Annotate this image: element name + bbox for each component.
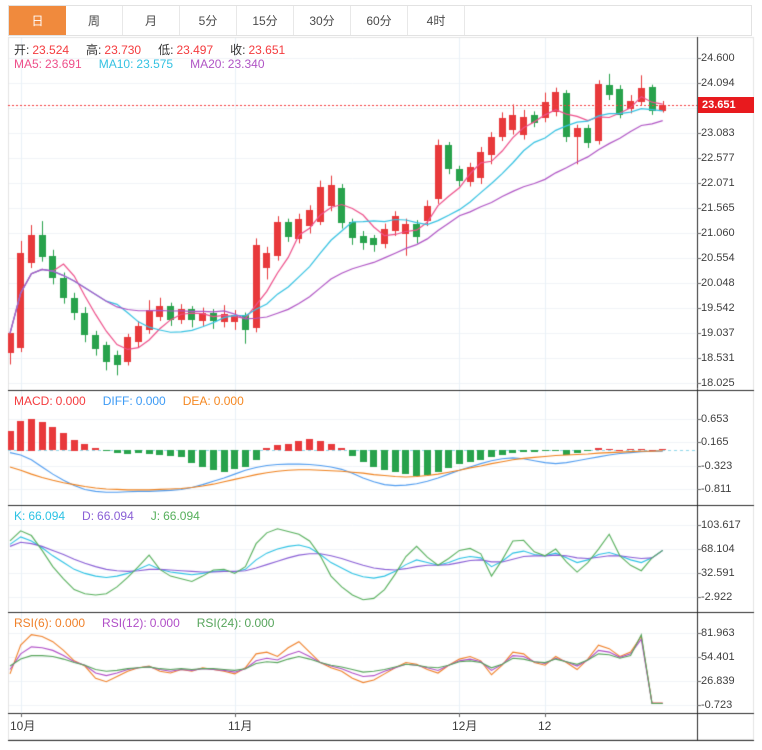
ohlc-value: 23.524 [32, 43, 70, 57]
time-axis-label: 10月 [10, 719, 36, 733]
kdj-value: 66.094 [28, 509, 66, 523]
kdj-item: D: 66.094 [82, 509, 137, 523]
ohlc-readout: 开: 23.524 高: 23.730 低: 23.497 收: 23.651 [14, 41, 302, 58]
kdj-tick-label: 103.617 [701, 519, 741, 531]
ma-label: MA20: [190, 57, 225, 71]
time-axis-label: 12月 [452, 719, 478, 733]
timeframe-tab-6[interactable]: 30分 [294, 6, 351, 35]
rsi-label: RSI(24): [196, 616, 242, 630]
price-tick-label: 21.565 [701, 202, 735, 214]
kdj-tick-label: -2.922 [701, 591, 733, 603]
rsi-tick-label: 81.963 [701, 627, 735, 639]
price-tick-label: 18.531 [701, 352, 735, 364]
ma-value: 23.575 [136, 57, 174, 71]
ohlc-label: 收: [230, 43, 246, 57]
rsi-readout: RSI(6): 0.000 RSI(12): 0.000 RSI(24): 0.000 [14, 616, 291, 630]
trading-chart-app: 日周月 5分 15分 30分 60分 4时 开: 23.524 高: 23.730 低: 23.49… [0, 0, 762, 750]
rsi-label: RSI(12): [102, 616, 147, 630]
kdj-value: 66.094 [163, 509, 200, 523]
price-tick-label: 19.037 [701, 327, 735, 339]
timeframe-tab-5[interactable]: 15分 [237, 6, 294, 35]
kdj-item: J: 66.094 [151, 509, 203, 523]
ohlc-item: 高: 23.730 [86, 41, 144, 58]
timeframe-tab-4[interactable]: 5分 [180, 6, 237, 35]
kdj-label: J: [150, 509, 161, 523]
rsi-value: 0.000 [244, 616, 275, 630]
price-tick-label: 18.025 [701, 377, 735, 389]
price-tick-label: 22.071 [701, 177, 735, 189]
macd-tick-label: 0.653 [701, 413, 729, 425]
rsi-item: RSI(12): 0.000 [102, 616, 183, 630]
timeframe-tab-2[interactable]: 周 [66, 6, 123, 35]
price-tick-label: 24.094 [701, 77, 735, 89]
kdj-label: K: [14, 509, 26, 523]
rsi-item: RSI(24): 0.000 [197, 616, 278, 630]
kdj-tick-label: 32.591 [701, 567, 735, 579]
price-tick-label: 19.542 [701, 302, 735, 314]
rsi-tick-label: 26.839 [701, 675, 735, 687]
macd-item: DEA: 0.000 [183, 394, 247, 408]
rsi-tick-label: -0.723 [701, 699, 733, 711]
rsi-value: 0.000 [55, 616, 86, 630]
ohlc-value: 23.497 [176, 43, 214, 57]
rsi-value: 0.000 [149, 616, 180, 630]
macd-item: DIFF: 0.000 [103, 394, 169, 408]
kdj-item: K: 66.094 [14, 509, 68, 523]
last-price-badge: 23.651 [698, 97, 754, 113]
time-axis-label: 12 [538, 719, 552, 733]
ma-item: MA10: 23.575 [99, 57, 176, 71]
ma-readout: MA5: 23.691 MA10: 23.575 MA20: 23.340 [14, 57, 282, 71]
timeframe-tab-1[interactable]: 日 [9, 6, 66, 35]
timeframe-tabbar: 日周月 5分 15分 30分 60分 4时 [8, 5, 752, 36]
macd-readout: MACD: 0.000 DIFF: 0.000 DEA: 0.000 [14, 394, 261, 408]
macd-label: MACD: [14, 394, 53, 408]
chart-canvas[interactable] [0, 0, 762, 750]
time-axis-label: 11月 [228, 719, 253, 733]
price-tick-label: 20.554 [701, 252, 735, 264]
macd-value: 0.000 [213, 394, 244, 408]
ma-value: 23.340 [227, 57, 265, 71]
tabbar-filler [465, 6, 751, 35]
ohlc-label: 低: [158, 43, 174, 57]
macd-tick-label: 0.165 [701, 436, 729, 448]
timeframe-tab-8[interactable]: 4时 [408, 6, 465, 35]
ohlc-value: 23.651 [248, 43, 286, 57]
macd-tick-label: -0.811 [701, 483, 732, 495]
rsi-tick-label: 54.401 [701, 651, 735, 663]
ma-value: 23.691 [45, 57, 82, 71]
timeframe-tab-3[interactable]: 月 [123, 6, 180, 35]
price-tick-label: 21.060 [701, 227, 735, 239]
ohlc-value: 23.730 [104, 43, 142, 57]
price-tick-label: 22.577 [701, 152, 735, 164]
kdj-label: D: [82, 509, 95, 523]
macd-value: 0.000 [55, 394, 86, 408]
ma-label: MA5: [14, 57, 43, 71]
price-tick-label: 23.083 [701, 127, 735, 139]
rsi-label: RSI(6): [14, 616, 53, 630]
macd-tick-label: -0.323 [701, 460, 733, 472]
ohlc-item: 收: 23.651 [230, 41, 288, 58]
kdj-readout: K: 66.094 D: 66.094 J: 66.094 [14, 509, 217, 523]
ohlc-label: 开: [14, 43, 30, 57]
price-tick-label: 24.600 [701, 52, 735, 64]
ohlc-item: 低: 23.497 [158, 41, 216, 58]
macd-label: DEA: [182, 394, 211, 408]
ma-item: MA5: 23.691 [14, 57, 85, 71]
rsi-item: RSI(6): 0.000 [14, 616, 88, 630]
ohlc-label: 高: [86, 43, 102, 57]
ma-label: MA10: [98, 57, 134, 71]
macd-label: DIFF: [102, 394, 133, 408]
ohlc-item: 开: 23.524 [14, 41, 72, 58]
price-tick-label: 20.048 [701, 277, 735, 289]
kdj-tick-label: 68.104 [701, 543, 735, 555]
timeframe-tab-7[interactable]: 60分 [351, 6, 408, 35]
ma-item: MA20: 23.340 [190, 57, 267, 71]
macd-value: 0.000 [135, 394, 166, 408]
macd-item: MACD: 0.000 [14, 394, 89, 408]
kdj-value: 66.094 [97, 509, 134, 523]
